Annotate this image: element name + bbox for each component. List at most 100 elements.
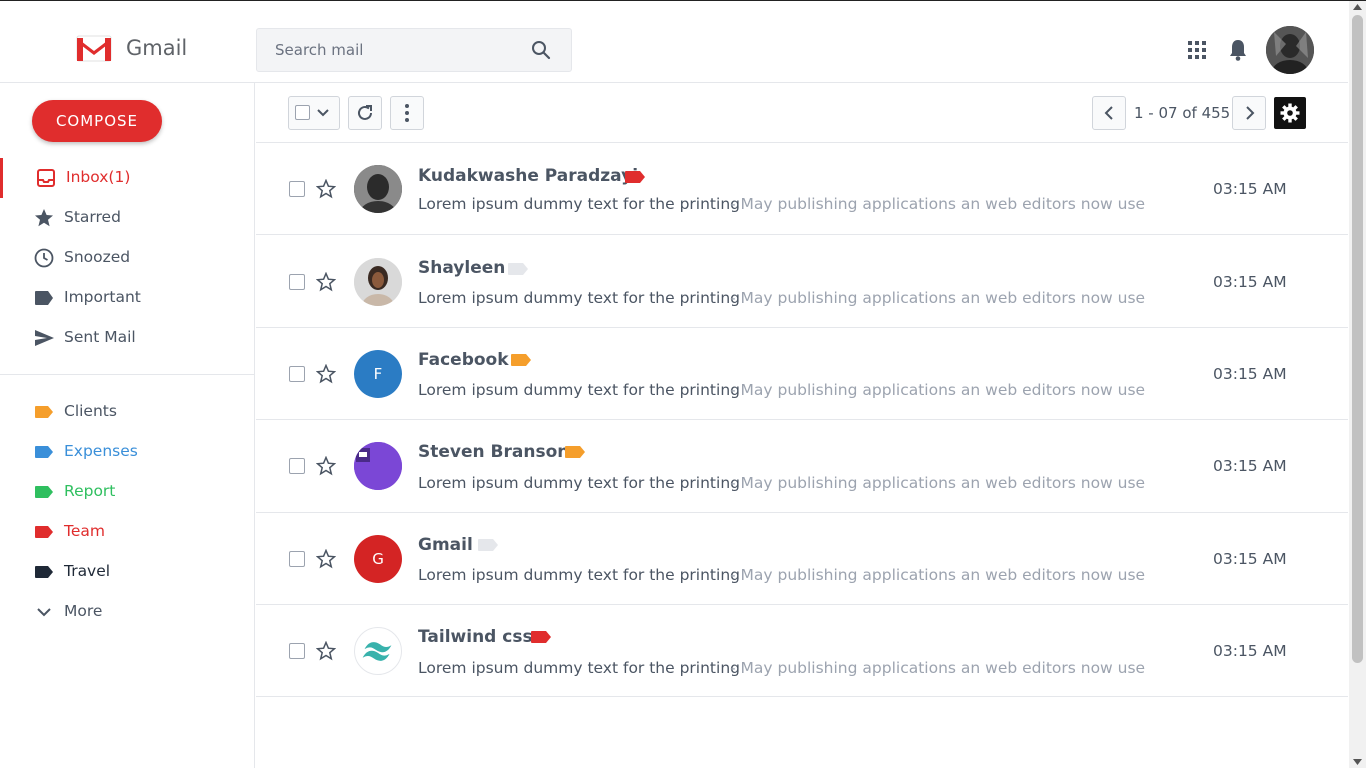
sidebar-label-clients[interactable]: Clients [0,392,254,432]
email-snippet: - May publishing applications an web edi… [730,474,1146,492]
label-icon [35,446,53,458]
sidebar-label-report[interactable]: Report [0,472,254,512]
sidebar-item-label: Team [64,522,105,540]
inbox-icon [37,169,55,187]
search-icon[interactable] [531,40,551,60]
sender-avatar [354,627,402,675]
more-options-button[interactable] [390,96,424,130]
email-snippet: - May publishing applications an web edi… [730,289,1146,307]
email-snippet: - May publishing applications an web edi… [730,195,1146,213]
label-tag-icon [531,631,551,643]
label-icon [35,486,53,498]
sidebar-label-team[interactable]: Team [0,512,254,552]
mail-row[interactable]: Kudakwashe Paradzayi Lorem ipsum dummy t… [256,143,1348,235]
sidebar-item-label: Expenses [64,442,138,460]
scrollbar-thumb[interactable] [1352,15,1363,663]
settings-button[interactable] [1274,97,1306,129]
email-snippet: - May publishing applications an web edi… [730,566,1146,584]
gmail-logo[interactable]: Gmail [76,34,187,62]
sender-avatar-graphic [354,442,402,490]
search-bar [256,28,572,72]
email-time: 03:15 AM [1213,180,1287,198]
star-icon[interactable] [316,364,336,384]
row-checkbox[interactable] [289,181,305,197]
label-tag-icon [511,354,531,366]
star-icon[interactable] [316,179,336,199]
chevron-right-icon [1246,106,1255,120]
sender-name: Gmail [418,535,473,555]
sidebar-item-snoozed[interactable]: Snoozed [0,238,254,278]
sidebar-label-travel[interactable]: Travel [0,552,254,592]
sender-avatar [354,258,402,306]
label-tag-icon [625,171,645,183]
mail-row[interactable]: G Gmail Lorem ipsum dummy text for the p… [256,513,1348,605]
sidebar-item-label: Report [64,482,116,500]
sender-photo [354,258,402,306]
refresh-button[interactable] [348,96,382,130]
star-icon[interactable] [316,272,336,292]
chevron-left-icon [1104,106,1113,120]
email-time: 03:15 AM [1213,273,1287,291]
mail-row[interactable]: Tailwind css Lorem ipsum dummy text for … [256,605,1348,697]
app-name: Gmail [126,36,188,60]
email-time: 03:15 AM [1213,457,1287,475]
sender-avatar: G [354,535,402,583]
mail-row[interactable]: Steven Branson Lorem ipsum dummy text fo… [256,420,1348,513]
pagination-text: 1 - 07 of 455 [1134,104,1231,122]
label-icon [35,566,53,578]
star-icon[interactable] [316,549,336,569]
page-scrollbar[interactable] [1349,1,1366,768]
mail-toolbar: 1 - 07 of 455 [256,83,1348,143]
next-page-button[interactable] [1232,96,1266,130]
notification-bell-icon[interactable] [1228,39,1248,61]
mail-row[interactable]: Shayleen Lorem ipsum dummy text for the … [256,235,1348,328]
star-icon [35,209,53,227]
email-time: 03:15 AM [1213,642,1287,660]
sidebar-item-label: Clients [64,402,117,420]
sidebar-item-inbox[interactable]: Inbox(1) [0,158,254,198]
email-time: 03:15 AM [1213,550,1287,568]
sidebar-label-expenses[interactable]: Expenses [0,432,254,472]
label-tag-icon [565,446,585,458]
search-input[interactable] [257,29,517,71]
apps-grid-icon[interactable] [1188,41,1206,59]
mail-row[interactable]: F Facebook Lorem ipsum dummy text for th… [256,328,1348,420]
sender-avatar [354,442,402,490]
label-tag-icon [508,263,528,275]
select-all-checkbox[interactable] [295,105,310,120]
sidebar-item-label: Important [64,288,141,306]
user-avatar[interactable] [1266,26,1314,74]
sidebar-item-label: Starred [64,208,121,226]
label-tag-icon [478,539,498,551]
sidebar-item-label: Snoozed [64,248,131,266]
sender-name: Tailwind css [418,627,533,647]
select-all-dropdown[interactable] [288,96,340,130]
email-snippet: - May publishing applications an web edi… [730,659,1146,677]
email-subject: Lorem ipsum dummy text for the printing [418,659,740,677]
sidebar-item-starred[interactable]: Starred [0,198,254,238]
row-checkbox[interactable] [289,643,305,659]
user-photo [1266,26,1314,74]
prev-page-button[interactable] [1092,96,1126,130]
sidebar-item-sent-mail[interactable]: Sent Mail [0,318,254,358]
row-checkbox[interactable] [289,274,305,290]
email-snippet: - May publishing applications an web edi… [730,381,1146,399]
chevron-down-icon [317,109,329,117]
sidebar-item-important[interactable]: Important [0,278,254,318]
star-icon[interactable] [316,456,336,476]
star-icon[interactable] [316,641,336,661]
row-checkbox[interactable] [289,551,305,567]
scroll-down-arrow-icon[interactable] [1353,759,1362,765]
sidebar: COMPOSE Inbox(1) Starred Snoozed Importa… [0,83,255,768]
scroll-up-arrow-icon[interactable] [1353,4,1362,10]
gear-icon [1280,103,1300,123]
row-checkbox[interactable] [289,458,305,474]
clock-icon [34,248,54,268]
tailwind-logo-icon [362,642,392,661]
gmail-logo-icon [76,35,112,62]
compose-button[interactable]: COMPOSE [32,100,162,142]
row-checkbox[interactable] [289,366,305,382]
sidebar-divider [0,374,254,375]
more-vertical-icon [405,104,409,122]
sidebar-more[interactable]: More [0,592,254,632]
